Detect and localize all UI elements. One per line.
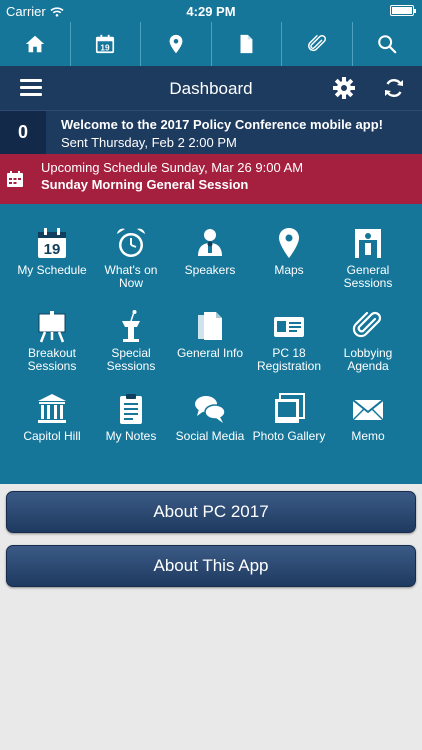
- tile-my-notes[interactable]: My Notes: [91, 392, 171, 472]
- photo-stack-icon: [275, 393, 305, 423]
- tile-general-sessions[interactable]: General Sessions: [328, 226, 408, 306]
- documents-button[interactable]: [212, 22, 282, 66]
- tile-label: Maps: [274, 263, 304, 277]
- tile-photo-gallery[interactable]: Photo Gallery: [249, 392, 329, 472]
- search-icon: [378, 35, 397, 54]
- capitol-building-icon: [38, 394, 66, 423]
- tile-breakout-sessions[interactable]: Breakout Sessions: [12, 309, 92, 389]
- id-card-icon: [274, 317, 304, 337]
- tile-lobbying-agenda[interactable]: Lobbying Agenda: [328, 309, 408, 389]
- calendar-day: 19: [44, 241, 61, 258]
- tile-label: Memo: [351, 429, 385, 443]
- tile-label: My Notes: [105, 429, 157, 443]
- tile-label: General Sessions: [343, 263, 393, 290]
- about-pc-2017-button[interactable]: About PC 2017: [6, 491, 416, 533]
- calendar-button[interactable]: 19: [71, 22, 141, 66]
- tile-label: Capitol Hill: [23, 429, 81, 443]
- easel-icon: [38, 311, 66, 343]
- paperclip-icon: [307, 35, 326, 52]
- home-icon: [25, 35, 44, 53]
- chat-bubbles-icon: [195, 396, 226, 423]
- tile-capitol-hill[interactable]: Capitol Hill: [12, 392, 92, 472]
- tile-label: Breakout Sessions: [27, 346, 77, 373]
- paperclip-icon: [352, 311, 382, 338]
- upcoming-session-title: Sunday Morning General Session: [41, 177, 249, 192]
- document-icon: [240, 34, 253, 54]
- search-button[interactable]: [353, 22, 422, 66]
- alarm-clock-icon: [117, 228, 145, 257]
- upcoming-schedule-banner[interactable]: Upcoming Schedule Sunday, Mar 26 9:00 AM…: [0, 154, 422, 204]
- calendar-icon: 19: [38, 228, 66, 258]
- map-button[interactable]: [141, 22, 212, 66]
- gear-icon[interactable]: [332, 76, 356, 100]
- dashboard-grid: 19 My Schedule What's on Now Speakers Ma…: [0, 204, 422, 484]
- calendar-icon: 19: [96, 34, 115, 54]
- navigation-bar: Dashboard: [0, 66, 422, 110]
- clock: 4:29 PM: [186, 4, 236, 19]
- refresh-icon[interactable]: [382, 76, 406, 100]
- tile-whats-on-now[interactable]: What's on Now: [91, 226, 171, 306]
- documents-icon: [198, 312, 222, 340]
- tile-my-schedule[interactable]: 19 My Schedule: [12, 226, 92, 306]
- page-title: Dashboard: [169, 79, 253, 98]
- speaker-icon: [198, 229, 222, 256]
- session-room-icon: [355, 229, 381, 258]
- attachments-button[interactable]: [282, 22, 353, 66]
- clipboard-icon: [120, 394, 142, 424]
- map-pin-icon: [169, 34, 183, 54]
- tile-label: Photo Gallery: [252, 429, 326, 443]
- tile-pc18-registration[interactable]: PC 18 Registration: [249, 309, 329, 389]
- upcoming-date: Upcoming Schedule Sunday, Mar 26 9:00 AM: [41, 160, 304, 175]
- tile-special-sessions[interactable]: Special Sessions: [91, 309, 171, 389]
- calendar-icon: [7, 171, 23, 187]
- envelope-icon: [352, 399, 384, 421]
- tile-general-info[interactable]: General Info: [170, 309, 250, 389]
- status-bar: Carrier 4:29 PM: [0, 0, 422, 22]
- tile-label: Social Media: [175, 429, 245, 443]
- home-button[interactable]: [0, 22, 71, 66]
- tile-label: Speakers: [184, 263, 236, 277]
- tile-maps[interactable]: Maps: [249, 226, 329, 306]
- calendar-day: 19: [101, 43, 111, 52]
- tile-label: What's on Now: [104, 263, 158, 290]
- message-banner[interactable]: 0 Welcome to the 2017 Policy Conference …: [0, 110, 422, 154]
- tile-label: General Info: [176, 346, 244, 360]
- tile-memo[interactable]: Memo: [328, 392, 408, 472]
- podium-icon: [122, 310, 140, 342]
- top-toolbar: 19: [0, 22, 422, 66]
- tile-label: Lobbying Agenda: [343, 346, 393, 373]
- tile-social-media[interactable]: Social Media: [170, 392, 250, 472]
- tile-label: PC 18 Registration: [256, 346, 322, 373]
- map-pin-icon: [279, 228, 299, 258]
- message-sent-time: Sent Thursday, Feb 2 2:00 PM: [61, 135, 237, 150]
- battery-icon: [390, 5, 416, 16]
- tile-label: Special Sessions: [106, 346, 156, 373]
- about-this-app-button[interactable]: About This App: [6, 545, 416, 587]
- unread-count-badge: 0: [0, 111, 46, 154]
- tile-label: My Schedule: [17, 263, 87, 277]
- tile-speakers[interactable]: Speakers: [170, 226, 250, 306]
- message-title: Welcome to the 2017 Policy Conference mo…: [61, 117, 383, 132]
